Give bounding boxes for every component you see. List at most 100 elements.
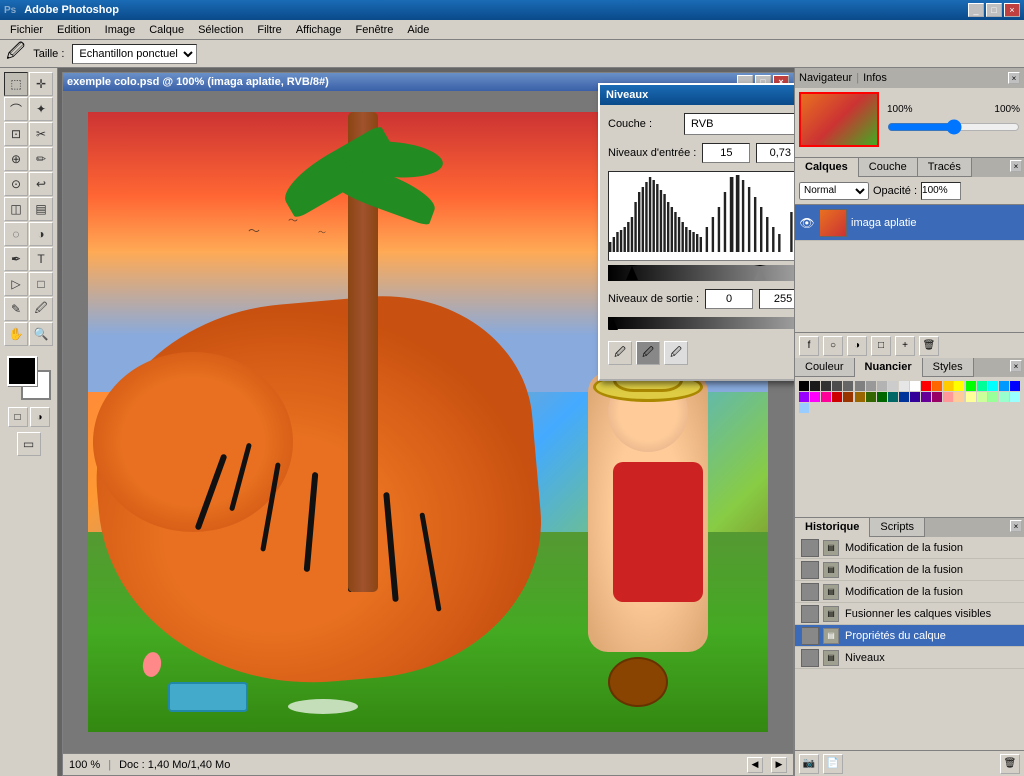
menu-filtre[interactable]: Filtre: [251, 22, 287, 38]
standard-mode-btn[interactable]: □: [8, 407, 28, 427]
layer-item[interactable]: 👁 imaga aplatie: [795, 205, 1024, 241]
history-item-1[interactable]: ▤Modification de la fusion: [795, 559, 1024, 581]
history-brush-tool[interactable]: ↩: [29, 172, 53, 196]
swatch-16[interactable]: [977, 381, 987, 391]
layer-visibility-icon[interactable]: 👁: [799, 215, 815, 231]
delete-layer-btn[interactable]: 🗑: [919, 336, 939, 356]
eraser-tool[interactable]: ◫: [4, 197, 28, 221]
swatch-38[interactable]: [999, 392, 1009, 402]
navigator-tab[interactable]: Navigateur: [799, 72, 852, 84]
infos-tab[interactable]: Infos: [863, 72, 887, 84]
swatch-37[interactable]: [988, 392, 998, 402]
swatch-35[interactable]: [966, 392, 976, 402]
screen-mode-btn[interactable]: ▭: [17, 432, 41, 456]
new-layer-btn[interactable]: +: [895, 336, 915, 356]
swatch-27[interactable]: [877, 392, 887, 402]
panel-close-btn[interactable]: ×: [1008, 72, 1020, 84]
eyedropper-tool-icon[interactable]: 🖉: [6, 39, 25, 69]
gradient-tool[interactable]: ▤: [29, 197, 53, 221]
pen-tool[interactable]: ✒: [4, 247, 28, 271]
swatch-5[interactable]: [855, 381, 865, 391]
output-min[interactable]: [705, 289, 753, 309]
swatch-23[interactable]: [832, 392, 842, 402]
input-level-slider[interactable]: [608, 265, 794, 281]
layers-panel-close[interactable]: ×: [1010, 160, 1022, 172]
zoom-tool[interactable]: 🔍: [29, 322, 53, 346]
swatch-25[interactable]: [855, 392, 865, 402]
calques-tab[interactable]: Calques: [795, 158, 859, 177]
menu-calque[interactable]: Calque: [143, 22, 190, 38]
white-eyedropper-btn[interactable]: 🖉: [664, 341, 688, 365]
swatch-39[interactable]: [1010, 392, 1020, 402]
swatch-17[interactable]: [988, 381, 998, 391]
swatch-7[interactable]: [877, 381, 887, 391]
swatch-19[interactable]: [1010, 381, 1020, 391]
hand-tool[interactable]: ✋: [4, 322, 28, 346]
swatch-11[interactable]: [921, 381, 931, 391]
slice-tool[interactable]: ✂: [29, 122, 53, 146]
styles-tab[interactable]: Styles: [923, 358, 974, 377]
eyedropper-tool[interactable]: 🖉: [29, 297, 53, 321]
menu-selection[interactable]: Sélection: [192, 22, 249, 38]
opacity-input[interactable]: [921, 182, 961, 200]
swatch-0[interactable]: [799, 381, 809, 391]
blur-tool[interactable]: ◌: [4, 222, 28, 246]
swatch-9[interactable]: [899, 381, 909, 391]
swatch-40[interactable]: [799, 403, 809, 413]
historique-tab[interactable]: Historique: [795, 518, 870, 537]
blend-mode-select[interactable]: Normal: [799, 182, 869, 200]
swatch-31[interactable]: [921, 392, 931, 402]
swatch-24[interactable]: [843, 392, 853, 402]
shape-tool[interactable]: □: [29, 272, 53, 296]
swatch-14[interactable]: [954, 381, 964, 391]
next-canvas-btn[interactable]: ▶: [771, 757, 787, 773]
dodge-tool[interactable]: ◑: [29, 222, 53, 246]
nuancier-tab[interactable]: Nuancier: [855, 358, 923, 377]
swatch-8[interactable]: [888, 381, 898, 391]
history-item-0[interactable]: ▤Modification de la fusion: [795, 537, 1024, 559]
notes-tool[interactable]: ✎: [4, 297, 28, 321]
output-min-handle[interactable]: [608, 317, 618, 330]
gray-eyedropper-btn[interactable]: 🖉: [636, 341, 660, 365]
path-select-tool[interactable]: ▷: [4, 272, 28, 296]
history-item-4[interactable]: ▤Propriétés du calque: [795, 625, 1024, 647]
swatch-13[interactable]: [943, 381, 953, 391]
close-button[interactable]: ×: [1004, 3, 1020, 17]
history-item-5[interactable]: ▤Niveaux: [795, 647, 1024, 669]
swatch-28[interactable]: [888, 392, 898, 402]
add-mask-btn[interactable]: ○: [823, 336, 843, 356]
window-controls[interactable]: _ □ ×: [968, 3, 1020, 17]
taille-select[interactable]: Echantillon ponctuel: [72, 44, 197, 64]
history-item-3[interactable]: ▤Fusionner les calques visibles: [795, 603, 1024, 625]
quick-mask-btn[interactable]: ◑: [30, 407, 50, 427]
swatch-1[interactable]: [810, 381, 820, 391]
menu-fichier[interactable]: Fichier: [4, 22, 49, 38]
swatch-4[interactable]: [843, 381, 853, 391]
swatch-10[interactable]: [910, 381, 920, 391]
swatch-29[interactable]: [899, 392, 909, 402]
delete-state-btn[interactable]: 🗑: [1000, 754, 1020, 774]
selection-tool[interactable]: ⬚: [4, 72, 28, 96]
crop-tool[interactable]: ⊡: [4, 122, 28, 146]
maximize-button[interactable]: □: [986, 3, 1002, 17]
swatch-21[interactable]: [810, 392, 820, 402]
swatch-22[interactable]: [821, 392, 831, 402]
input-mid[interactable]: [756, 143, 794, 163]
couche-select[interactable]: RVB: [684, 113, 794, 135]
menu-affichage[interactable]: Affichage: [290, 22, 348, 38]
lasso-tool[interactable]: ⌒: [4, 97, 28, 121]
swatch-33[interactable]: [943, 392, 953, 402]
menu-fenetre[interactable]: Fenêtre: [349, 22, 399, 38]
move-tool[interactable]: ✛: [29, 72, 53, 96]
history-panel-close[interactable]: ×: [1010, 520, 1022, 532]
swatch-18[interactable]: [999, 381, 1009, 391]
new-snapshot-btn[interactable]: 📷: [799, 754, 819, 774]
input-mid-handle[interactable]: [754, 265, 766, 280]
couleur-tab[interactable]: Couleur: [795, 358, 855, 377]
swatch-30[interactable]: [910, 392, 920, 402]
heal-tool[interactable]: ⊕: [4, 147, 28, 171]
magic-wand-tool[interactable]: ✦: [29, 97, 53, 121]
menu-edition[interactable]: Edition: [51, 22, 97, 38]
black-eyedropper-btn[interactable]: 🖉: [608, 341, 632, 365]
clone-tool[interactable]: ⊙: [4, 172, 28, 196]
